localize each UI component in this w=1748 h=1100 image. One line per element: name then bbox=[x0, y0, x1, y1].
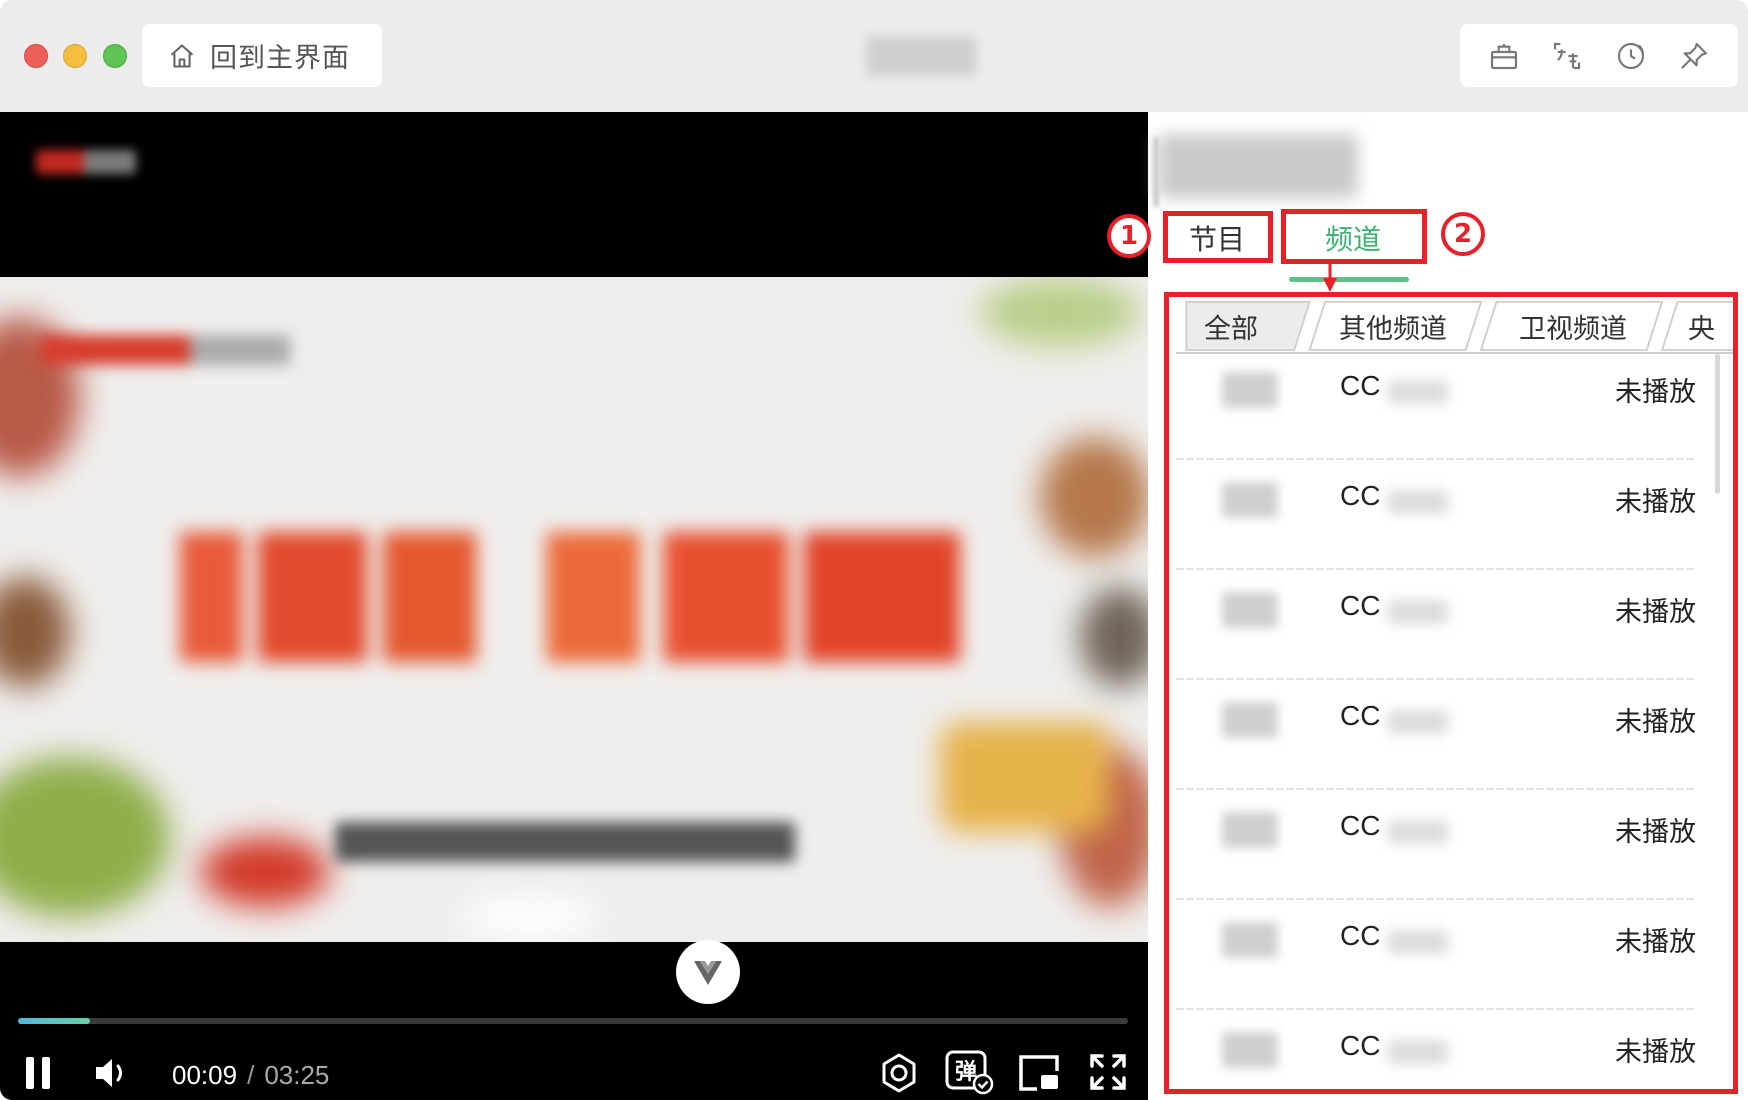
video-headline-blurred bbox=[180, 532, 960, 662]
close-window-button[interactable] bbox=[24, 44, 48, 68]
picture-in-picture-button[interactable] bbox=[1016, 1050, 1062, 1096]
current-time: 00:09 bbox=[172, 1060, 238, 1090]
player-controls: 00:09 / 03:25 弹 bbox=[0, 1042, 1148, 1100]
pin-icon bbox=[1681, 42, 1708, 69]
toolbar bbox=[1460, 24, 1738, 87]
channel-logo bbox=[36, 150, 136, 174]
total-time: 03:25 bbox=[264, 1060, 330, 1090]
progress-bar[interactable] bbox=[18, 1018, 1128, 1024]
time-separator: / bbox=[247, 1060, 255, 1090]
video-player[interactable]: 00:09 / 03:25 弹 bbox=[0, 112, 1148, 1100]
volume-icon bbox=[96, 1059, 122, 1087]
gift-icon bbox=[1490, 43, 1517, 69]
annotation-box-channel-list bbox=[1164, 292, 1738, 1094]
home-button[interactable]: 回到主界面 bbox=[142, 24, 382, 87]
pin-button[interactable] bbox=[1676, 38, 1712, 74]
gift-button[interactable] bbox=[1486, 38, 1522, 74]
annotation-box-programs-tab bbox=[1163, 211, 1273, 263]
history-icon bbox=[1617, 42, 1644, 69]
camera-shutter-icon bbox=[882, 1053, 916, 1093]
annotation-marker-2: 2 bbox=[1441, 212, 1485, 256]
annotation-marker-1: 1 bbox=[1107, 214, 1151, 258]
history-button[interactable] bbox=[1613, 38, 1649, 74]
annotation-box-channels-tab bbox=[1281, 209, 1427, 264]
home-icon bbox=[170, 43, 194, 68]
annotation-arrow bbox=[1323, 262, 1337, 292]
pause-icon bbox=[26, 1057, 50, 1089]
minimize-window-button[interactable] bbox=[63, 44, 87, 68]
progress-fill bbox=[18, 1018, 91, 1024]
translate-icon bbox=[1554, 42, 1581, 69]
translate-button[interactable] bbox=[1549, 38, 1585, 74]
title-bar: 回到主界面 bbox=[0, 0, 1748, 112]
danmaku-icon: 弹 bbox=[945, 1050, 994, 1095]
window-title-blurred bbox=[866, 36, 976, 76]
fullscreen-icon bbox=[1090, 1054, 1126, 1090]
active-tab-indicator bbox=[1289, 277, 1409, 282]
maximize-window-button[interactable] bbox=[103, 44, 127, 68]
volume-button[interactable] bbox=[90, 1052, 134, 1094]
video-frame bbox=[0, 277, 1148, 942]
picture-in-picture-icon bbox=[1019, 1055, 1059, 1091]
video-subtitle-blurred bbox=[335, 822, 795, 862]
app-window: 回到主界面 00:09 / 03:25 弹 节目 频道 全部 其他频道 卫视频道… bbox=[0, 0, 1748, 1100]
home-button-label: 回到主界面 bbox=[210, 43, 350, 73]
fullscreen-button[interactable] bbox=[1086, 1050, 1130, 1094]
playback-time: 00:09 / 03:25 bbox=[172, 1060, 329, 1091]
screenshot-button[interactable] bbox=[876, 1050, 922, 1096]
current-channel-title-blurred bbox=[1158, 134, 1358, 198]
collapse-controls-button[interactable] bbox=[676, 940, 740, 1004]
pause-button[interactable] bbox=[20, 1052, 56, 1094]
vue-logo-icon bbox=[694, 961, 722, 985]
danmaku-toggle-button[interactable]: 弹 bbox=[944, 1048, 994, 1096]
